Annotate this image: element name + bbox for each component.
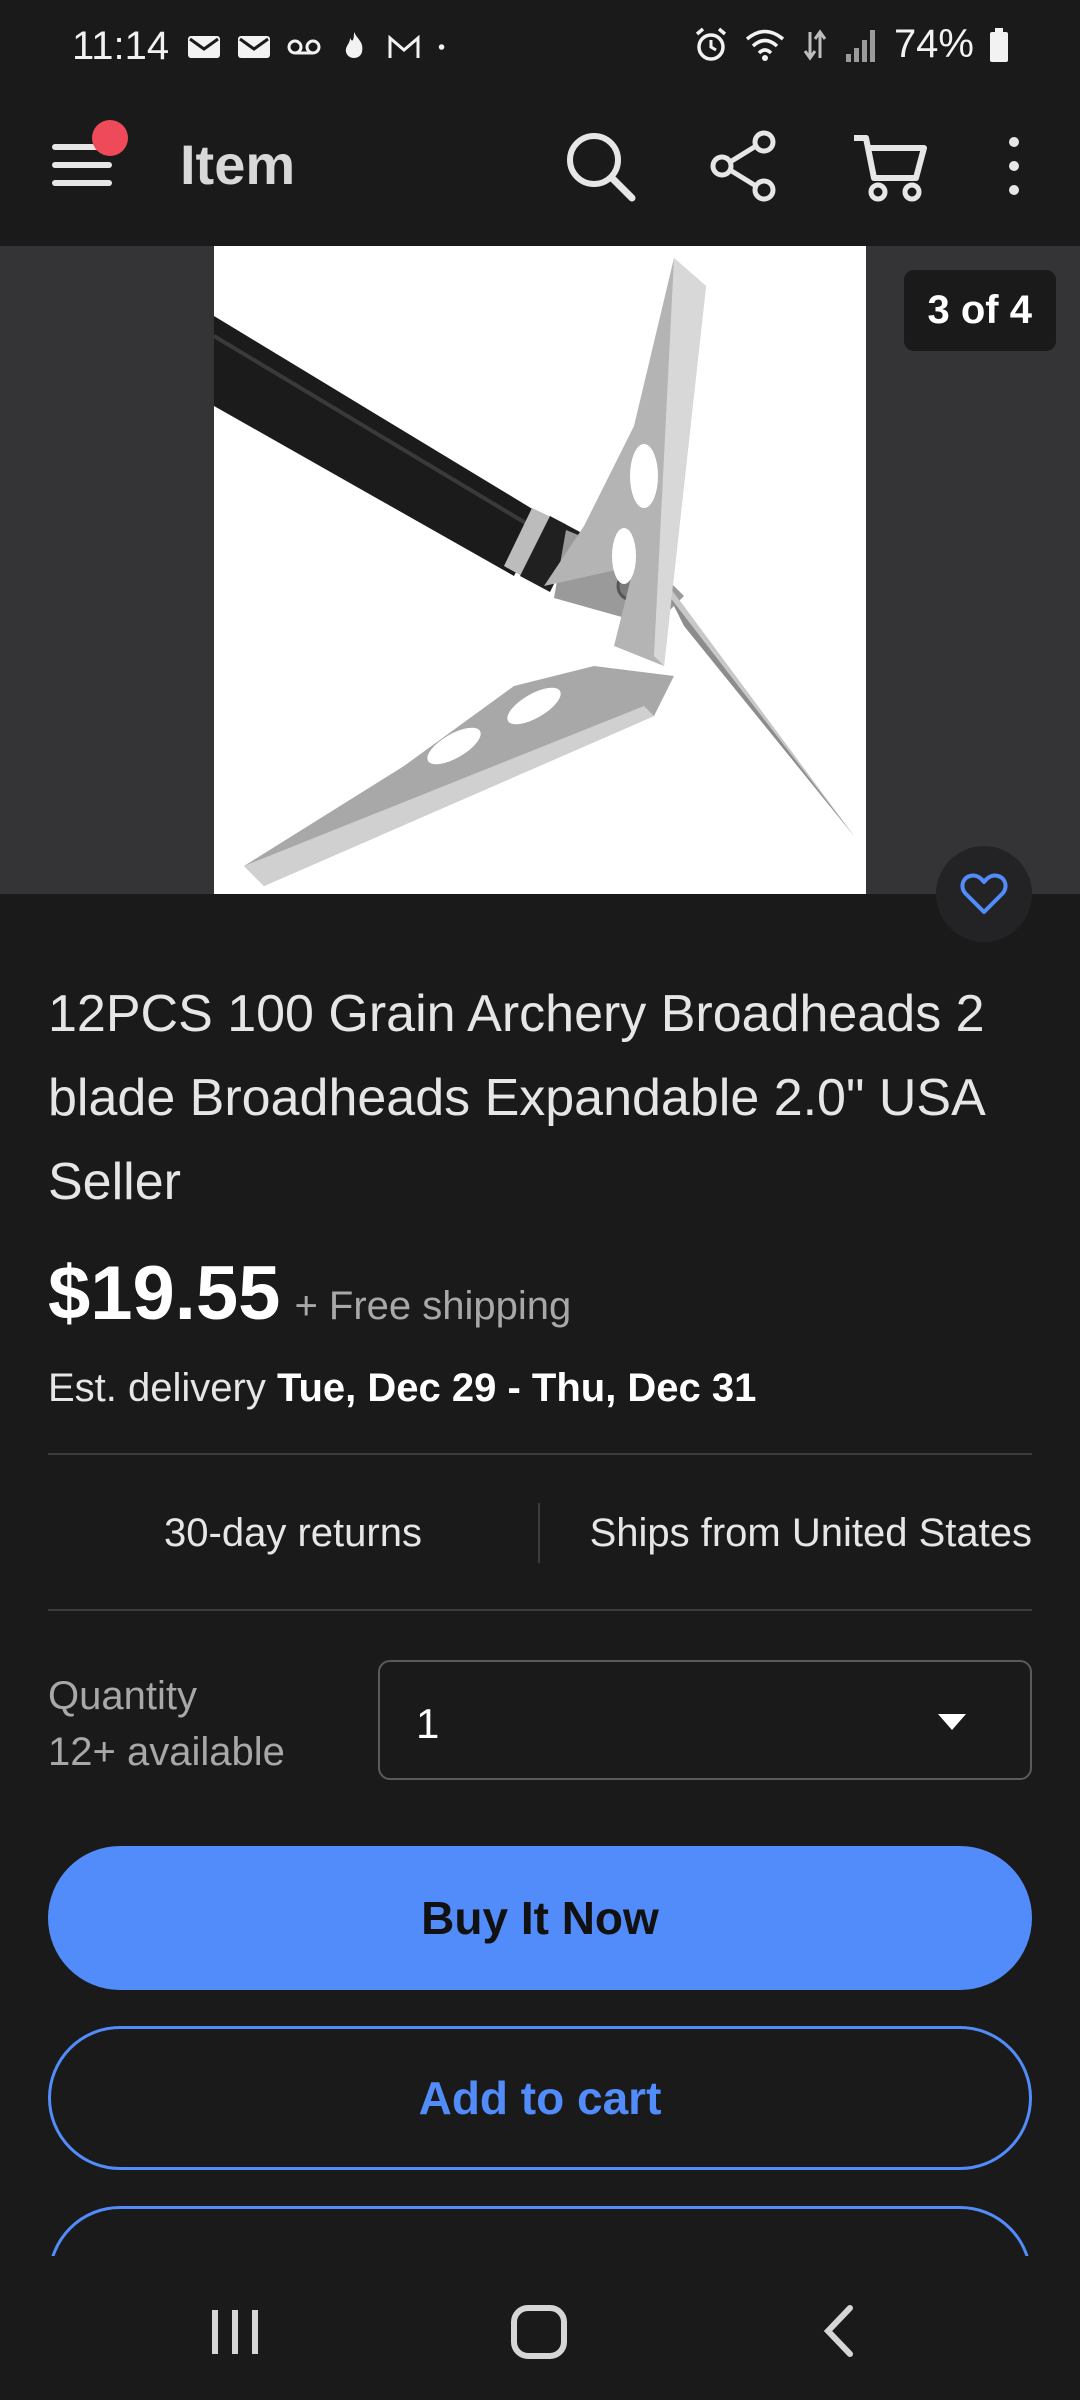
add-to-cart-button[interactable]: Add to cart [48, 2026, 1032, 2170]
more-icon[interactable] [974, 126, 1054, 206]
price: $19.55 [48, 1251, 281, 1336]
ships-from: Ships from United States [589, 1510, 1032, 1555]
fire-icon [345, 32, 363, 58]
cart-icon[interactable] [850, 126, 930, 206]
share-icon[interactable] [704, 126, 784, 206]
back-icon[interactable] [806, 2296, 876, 2366]
image-counter: 3 of 4 [903, 270, 1056, 351]
heart-icon [960, 873, 1008, 914]
gmail-icon [388, 34, 420, 58]
page-title: Item [180, 133, 296, 196]
shipping-cost: + Free shipping [294, 1284, 572, 1328]
voicemail-icon [287, 39, 321, 55]
search-icon[interactable] [560, 126, 640, 206]
image-gallery[interactable]: 3 of 4 [0, 246, 1080, 894]
watch-button[interactable] [936, 846, 1032, 942]
status-right: 74% [692, 22, 1010, 67]
delivery-label: Est. delivery [48, 1366, 266, 1410]
quantity-label: Quantity 12+ available [48, 1668, 285, 1780]
battery-percent: 74% [893, 22, 974, 66]
divider [48, 1609, 1032, 1611]
signal-icon [845, 29, 875, 62]
delivery-dates: Tue, Dec 29 - Thu, Dec 31 [276, 1366, 757, 1410]
next-button-peek [0, 2200, 1080, 2256]
broadhead-arrow-photo [214, 258, 854, 886]
system-nav-bar [0, 2256, 1080, 2400]
email-icon [188, 36, 220, 58]
battery-icon [990, 27, 1008, 62]
email-icon [238, 36, 270, 58]
app-bar: Item [0, 96, 1080, 246]
price-row: $19.55 + Free shipping [48, 1250, 571, 1337]
status-bar: 11:14 74% [0, 0, 1080, 96]
buy-it-now-button[interactable]: Buy It Now [48, 1846, 1032, 1990]
notification-dot [92, 120, 128, 156]
data-icon [803, 28, 827, 61]
notification-icons [186, 30, 456, 64]
quantity-value: 1 [416, 1700, 440, 1747]
status-time: 11:14 [72, 24, 170, 68]
chevron-down-icon [938, 1714, 966, 1730]
alarm-icon [695, 27, 727, 61]
quantity-select[interactable]: 1 [378, 1660, 1032, 1780]
delivery-estimate: Est. delivery Tue, Dec 29 - Thu, Dec 31 [48, 1366, 756, 1411]
home-icon[interactable] [504, 2296, 574, 2366]
quantity-title: Quantity [48, 1674, 197, 1718]
listing-title: 12PCS 100 Grain Archery Broadheads 2 bla… [48, 985, 985, 1211]
recent-apps-icon[interactable] [200, 2296, 270, 2366]
quantity-available: 12+ available [48, 1730, 285, 1774]
wifi-icon [745, 29, 785, 61]
info-row: 30-day returns Ships from United States [48, 1455, 1032, 1611]
partial-button[interactable] [48, 2206, 1032, 2256]
returns-policy: 30-day returns [164, 1510, 422, 1555]
product-image[interactable] [214, 246, 866, 894]
dot-icon [438, 44, 445, 50]
